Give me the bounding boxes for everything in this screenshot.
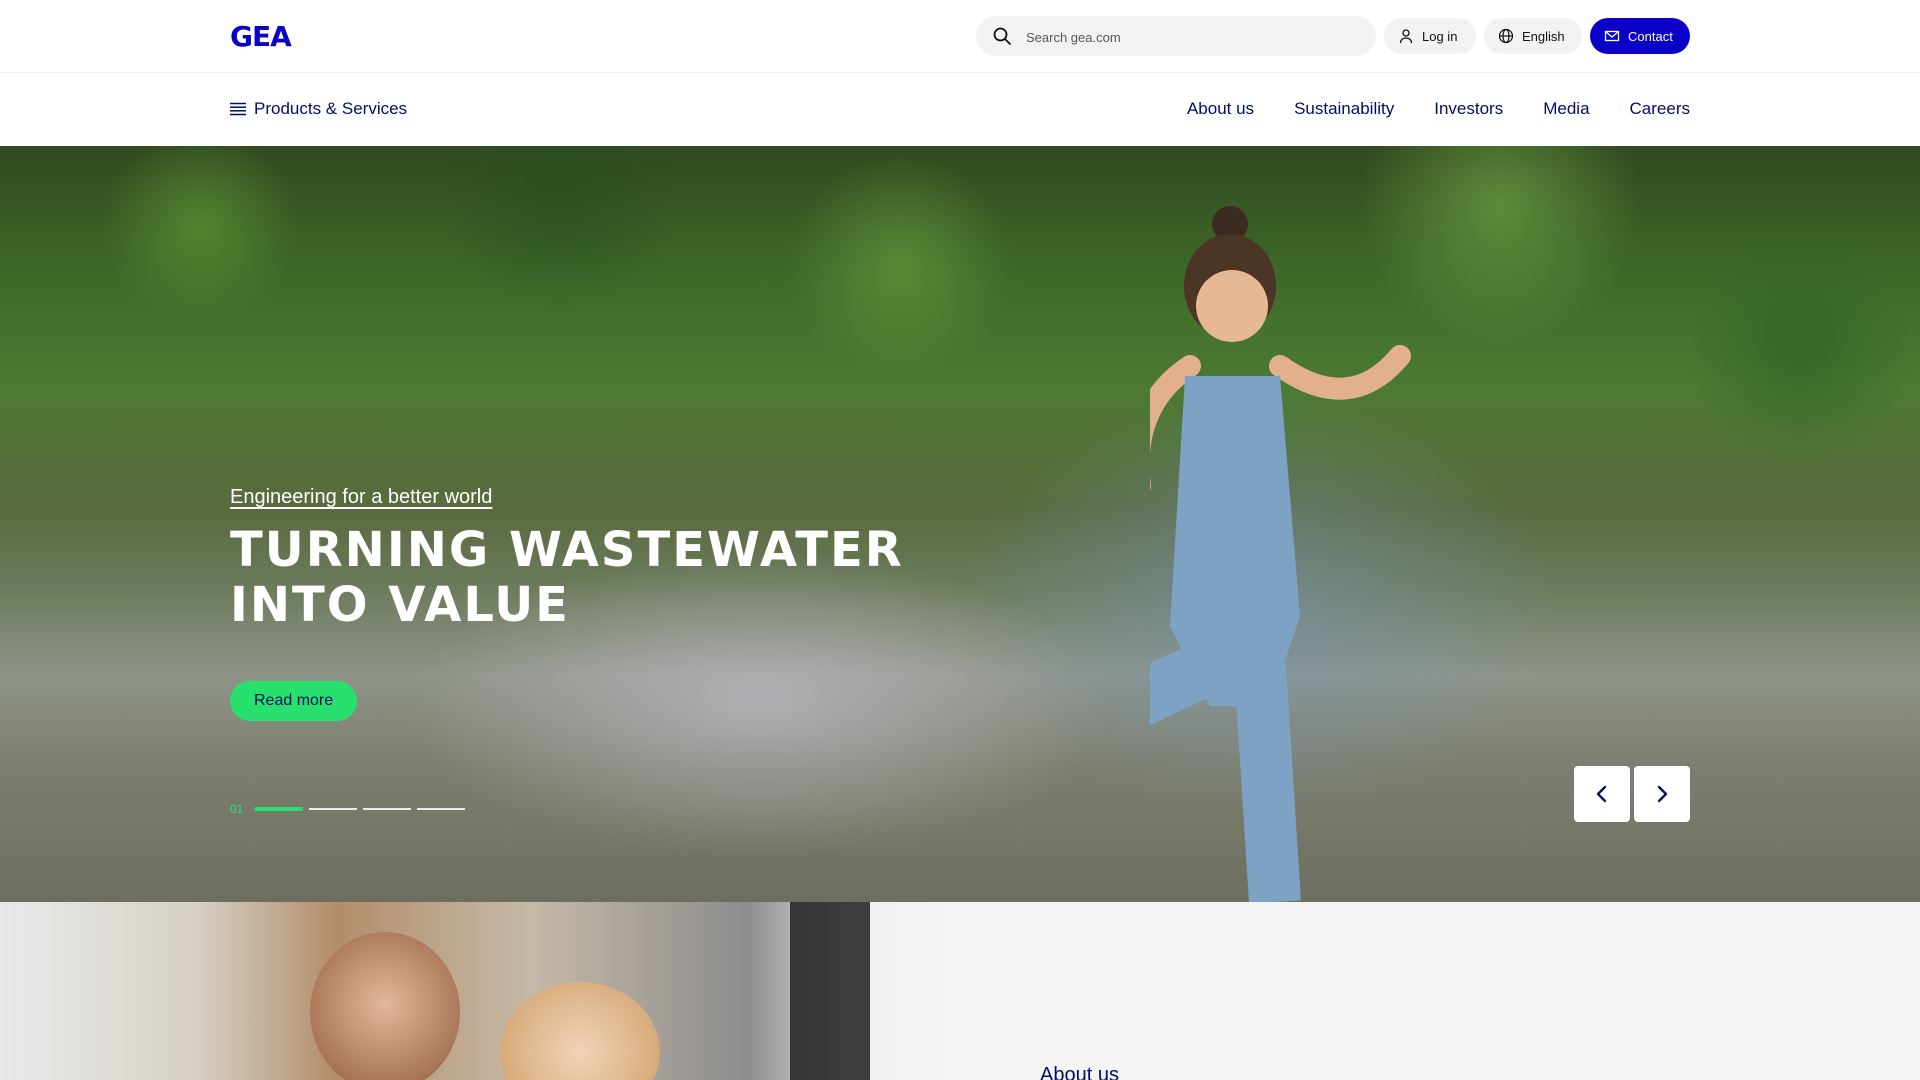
pager-dash-1[interactable] — [255, 807, 304, 811]
hero-background-foliage — [0, 146, 1920, 466]
pager-dash-4[interactable] — [417, 808, 466, 810]
slide-number: 01 — [230, 802, 244, 816]
top-utility-bar: GEA Log in English Contact — [0, 0, 1920, 73]
pager-dash-2[interactable] — [309, 808, 358, 810]
language-button[interactable]: English — [1484, 18, 1582, 54]
search-icon — [993, 27, 1011, 45]
read-more-button[interactable]: Read more — [230, 681, 358, 721]
nav-link-media[interactable]: Media — [1543, 97, 1589, 121]
logo-text: GEA — [230, 22, 292, 50]
chevron-left-icon — [1596, 785, 1607, 803]
mail-icon — [1604, 30, 1620, 42]
globe-icon — [1498, 28, 1514, 44]
login-button[interactable]: Log in — [1384, 18, 1476, 54]
main-navigation: Products & Services About us Sustainabil… — [0, 73, 1920, 145]
hero-eyebrow-link[interactable]: Engineering for a better world — [230, 486, 930, 509]
carousel-prev-button[interactable] — [1574, 766, 1630, 822]
pager-dash-3[interactable] — [363, 808, 412, 810]
carousel-next-button[interactable] — [1634, 766, 1690, 822]
chevron-right-icon — [1657, 785, 1668, 803]
nav-link-careers[interactable]: Careers — [1630, 97, 1690, 121]
nav-link-investors[interactable]: Investors — [1434, 97, 1503, 121]
nav-link-about-us[interactable]: About us — [1187, 97, 1254, 121]
gea-logo[interactable]: GEA — [230, 22, 310, 50]
photo-person-1 — [310, 932, 460, 1080]
hero-title: TURNING WASTEWATER INTO VALUE — [230, 523, 930, 633]
user-icon — [1399, 29, 1413, 44]
hamburger-icon — [230, 102, 246, 116]
login-label: Log in — [1422, 28, 1458, 44]
hero-title-line-2: INTO VALUE — [230, 577, 570, 633]
nav-links: About us Sustainability Investors Media … — [1187, 97, 1690, 121]
hero-image-girl-splashing — [1150, 206, 1411, 902]
contact-button[interactable]: Contact — [1590, 18, 1690, 54]
search-box[interactable] — [976, 16, 1376, 58]
photo-background-pole — [790, 902, 870, 1080]
contact-label: Contact — [1628, 28, 1673, 44]
hero-content: Engineering for a better world TURNING W… — [230, 486, 930, 633]
hero-title-line-1: TURNING WASTEWATER — [230, 522, 904, 578]
products-services-menu-button[interactable]: Products & Services — [230, 97, 407, 121]
about-us-section: About us — [0, 902, 1920, 1080]
carousel-pager: 01 — [230, 802, 466, 816]
search-input[interactable] — [1024, 16, 1358, 58]
products-services-label: Products & Services — [254, 99, 408, 118]
about-us-label: About us — [1040, 1064, 1119, 1080]
about-us-photo — [0, 902, 960, 1080]
hero-carousel: Engineering for a better world TURNING W… — [0, 146, 1920, 902]
photo-person-2 — [500, 982, 660, 1080]
language-label: English — [1522, 28, 1565, 44]
nav-link-sustainability[interactable]: Sustainability — [1294, 97, 1394, 121]
